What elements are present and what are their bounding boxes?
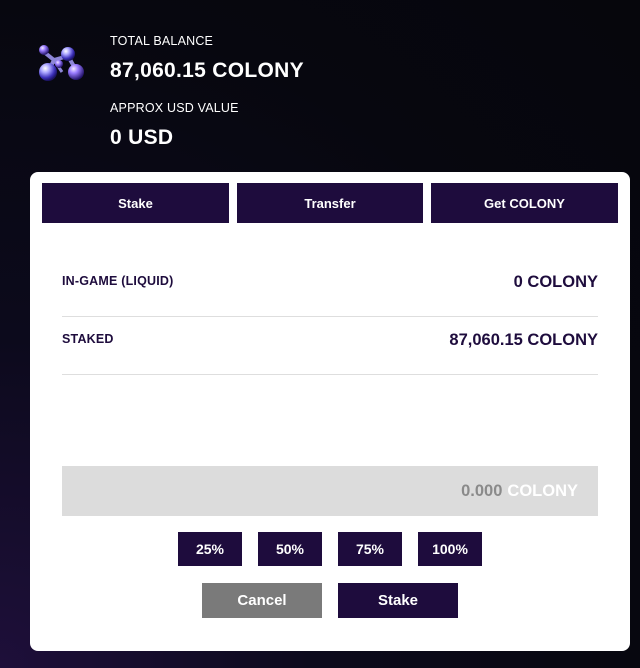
staked-label: STAKED: [62, 332, 114, 346]
usd-value: 0 USD: [110, 126, 174, 149]
in-game-liquid-label: IN-GAME (LIQUID): [62, 274, 174, 288]
stake-panel: Stake Transfer Get COLONY IN-GAME (LIQUI…: [30, 172, 630, 651]
amount-input[interactable]: 0.000 COLONY: [62, 466, 598, 516]
usd-value-label: APPROX USD VALUE: [110, 101, 239, 115]
amount-input-value: 0.000: [461, 481, 503, 500]
total-balance-value: 87,060.15 COLONY: [110, 59, 304, 82]
total-balance-label: TOTAL BALANCE: [110, 34, 214, 48]
stake-button[interactable]: Stake: [338, 583, 458, 618]
percent-50-button[interactable]: 50%: [258, 532, 322, 566]
in-game-liquid-row: IN-GAME (LIQUID) 0 COLONY: [62, 258, 598, 317]
staked-row: STAKED 87,060.15 COLONY: [62, 316, 598, 375]
staked-value: 87,060.15 COLONY: [449, 331, 598, 349]
tab-get-colony[interactable]: Get COLONY: [431, 183, 618, 223]
percent-25-button[interactable]: 25%: [178, 532, 242, 566]
tab-stake[interactable]: Stake: [42, 183, 229, 223]
balance-header: TOTAL BALANCE 87,060.15 COLONY APPROX US…: [0, 0, 640, 170]
tab-transfer[interactable]: Transfer: [237, 183, 423, 223]
percent-75-button[interactable]: 75%: [338, 532, 402, 566]
colony-molecule-icon: [32, 38, 90, 84]
cancel-button[interactable]: Cancel: [202, 583, 322, 618]
amount-input-unit: COLONY: [507, 481, 578, 500]
percent-100-button[interactable]: 100%: [418, 532, 482, 566]
in-game-liquid-value: 0 COLONY: [513, 273, 598, 291]
